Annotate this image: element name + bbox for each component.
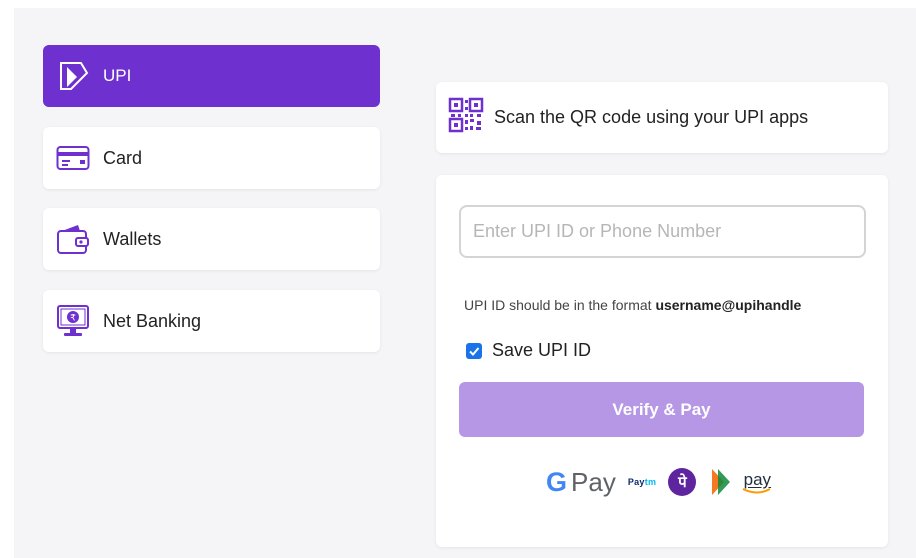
save-upi-label: Save UPI ID: [492, 340, 592, 360]
upi-icon: [55, 58, 91, 94]
upi-format-hint: UPI ID should be in the format username@…: [464, 297, 801, 313]
upi-apps-row: G Pay Paytm पे pay: [546, 465, 772, 499]
left-strip: [0, 0, 14, 558]
amazon-pay-text: pay: [743, 469, 772, 489]
wallet-icon: [55, 221, 91, 257]
bhim-logo: [708, 467, 731, 497]
phonepe-text: पे: [678, 474, 687, 491]
payment-method-wallets[interactable]: Wallets: [43, 208, 380, 270]
top-strip: [0, 0, 916, 8]
payment-method-label: Wallets: [103, 228, 162, 249]
upi-id-input[interactable]: [459, 205, 866, 258]
amazon-smile-icon: [742, 487, 771, 493]
scan-qr-label: Scan the QR code using your UPI apps: [494, 107, 809, 127]
payment-method-card[interactable]: Card: [43, 127, 380, 189]
verify-pay-button[interactable]: Verify & Pay: [459, 382, 864, 437]
payment-method-label: Net Banking: [103, 310, 202, 331]
card-icon: [55, 140, 91, 176]
gpay-g: G: [546, 466, 568, 497]
qr-code-icon: [448, 97, 484, 138]
paytm-tm-text: tm: [644, 477, 657, 487]
phonepe-logo: पे: [668, 468, 697, 496]
payment-method-label: Card: [103, 147, 143, 168]
payment-method-net-banking[interactable]: ₹ Net Banking: [43, 290, 380, 352]
net-banking-icon: ₹: [55, 303, 91, 339]
save-upi-checkbox[interactable]: [466, 342, 482, 359]
upi-form-card: UPI ID should be in the format username@…: [436, 175, 888, 547]
upi-format-example: username@upihandle: [655, 297, 802, 313]
paytm-logo: Paytm: [628, 477, 657, 487]
gpay-logo: G Pay: [546, 467, 616, 498]
save-upi-row[interactable]: Save UPI ID: [466, 340, 591, 361]
payment-method-label: UPI: [103, 66, 132, 85]
svg-text:₹: ₹: [70, 314, 76, 324]
gpay-pay-text: Pay: [571, 466, 616, 497]
amazon-pay-logo: pay: [742, 471, 772, 494]
checkmark-icon: [469, 346, 480, 356]
scan-qr-card[interactable]: Scan the QR code using your UPI apps: [436, 82, 888, 153]
upi-format-hint-text: UPI ID should be in the format: [464, 297, 656, 313]
paytm-pay-text: Pay: [627, 477, 645, 487]
payment-method-upi[interactable]: UPI: [43, 45, 380, 107]
